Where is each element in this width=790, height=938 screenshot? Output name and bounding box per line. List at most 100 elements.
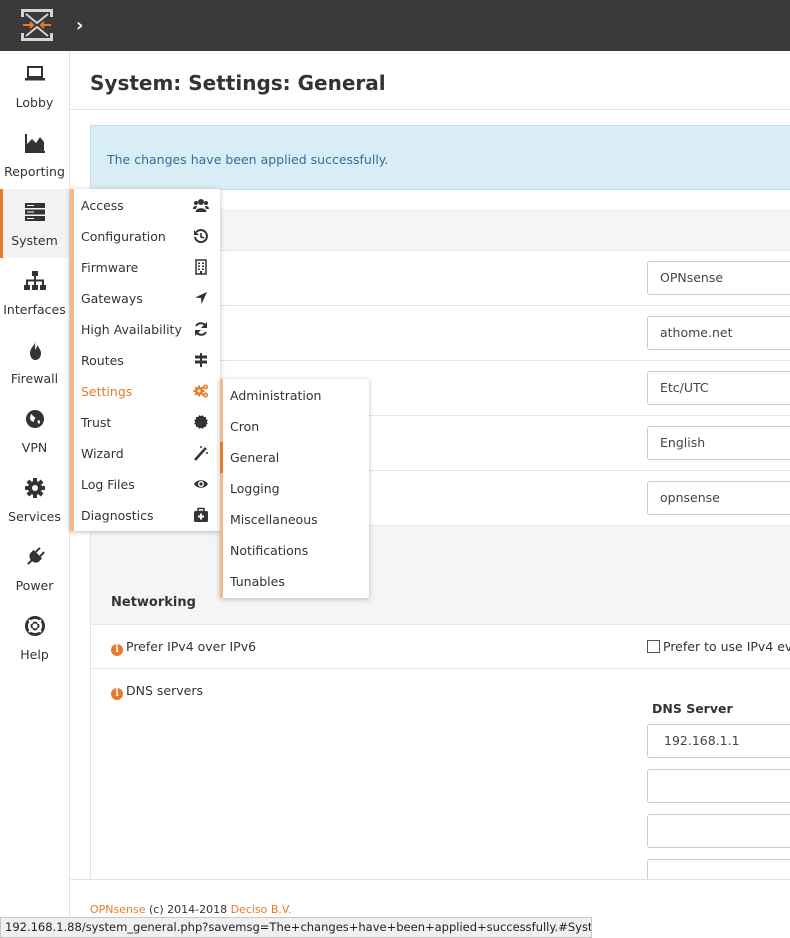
menu-item-label: Routes [81,353,124,368]
menu-item-label: Access [81,198,124,213]
sidebar: Lobby Reporting System Interfaces Firewa… [0,51,70,938]
menu-item-gateways[interactable]: Gateways [70,283,220,314]
menu-item-firmware[interactable]: Firmware [70,252,220,283]
server-icon [25,203,45,221]
dns-server-column-header: DNS Server [652,701,733,716]
globe-icon [26,410,44,428]
sidebar-item-label: System [11,233,58,248]
menu-item-configuration[interactable]: Configuration [70,221,220,252]
history-icon [194,229,208,244]
gear-icon [25,478,45,498]
plug-icon [27,547,45,565]
area-chart-icon [25,134,45,153]
networking-title: Networking [111,595,196,610]
menu-item-label: Configuration [81,229,166,244]
domain-input[interactable]: athome.net [647,316,790,350]
menu-item-high-availability[interactable]: High Availability [70,314,220,345]
building-icon [195,259,207,275]
prefer-ipv4-label[interactable]: i Prefer IPv4 over IPv6 [111,639,256,656]
sidebar-item-interfaces[interactable]: Interfaces [0,258,69,327]
cogs-icon [193,384,208,398]
submenu-item-label: Miscellaneous [230,512,318,527]
sidebar-item-label: Help [20,647,49,662]
submenu-item-label: General [230,450,280,465]
menu-item-trust[interactable]: Trust [70,407,220,438]
sidebar-toggle-button[interactable]: › [76,16,94,36]
submenu-item-miscellaneous[interactable]: Miscellaneous [220,504,369,535]
form-row-prefer-ipv4: i Prefer IPv4 over IPv6 Prefer to use IPv… [91,625,790,669]
prefer-ipv4-checkbox[interactable] [647,640,660,653]
medkit-icon [194,507,208,522]
form-row-dns-servers: i DNS servers DNS Server 192.168.1.1 [91,669,790,938]
page-title: System: Settings: General [90,71,386,95]
dns-server-input-2[interactable] [647,769,790,803]
footer-copyright: OPNsense (c) 2014-2018 Deciso B.V. [90,903,292,916]
sidebar-item-label: Interfaces [3,302,66,317]
dns-server-input-1[interactable]: 192.168.1.1 [647,724,790,758]
browser-status-url: 192.168.1.88/system_general.php?savemsg=… [0,917,592,938]
title-divider [70,109,790,110]
refresh-icon [195,322,207,336]
submenu-item-label: Notifications [230,543,309,558]
info-icon[interactable]: i [111,688,123,700]
sidebar-item-label: Reporting [4,164,65,179]
menu-item-label: Log Files [81,477,135,492]
magic-wand-icon [194,446,208,461]
submenu-item-tunables[interactable]: Tunables [220,566,369,597]
submenu-item-notifications[interactable]: Notifications [220,535,369,566]
laptop-icon [25,66,45,81]
sidebar-item-label: Firewall [10,371,59,386]
sidebar-item-firewall[interactable]: Firewall [0,327,69,396]
sitemap-icon [24,271,46,290]
menu-item-wizard[interactable]: Wizard [70,438,220,469]
success-alert: The changes have been applied successful… [90,125,790,190]
alert-message: The changes have been applied successful… [107,152,389,167]
menu-item-settings[interactable]: Settings [70,376,220,407]
sidebar-item-power[interactable]: Power [0,534,69,603]
menu-item-label: Diagnostics [81,508,154,523]
submenu-item-logging[interactable]: Logging [220,473,369,504]
submenu-item-label: Cron [230,419,260,434]
footer-brand-link[interactable]: OPNsense [90,903,146,916]
submenu-item-general[interactable]: General [220,442,369,473]
menu-item-label: Trust [81,415,112,430]
location-arrow-icon [195,292,207,304]
submenu-item-label: Tunables [230,574,285,589]
submenu-item-administration[interactable]: Administration [220,380,369,411]
dns-servers-label[interactable]: i DNS servers [111,683,203,700]
life-ring-icon [25,616,45,636]
dns-server-input-3[interactable] [647,814,790,848]
menu-item-label: Firmware [81,260,139,275]
hostname-input[interactable]: OPNsense [647,261,790,295]
menu-item-label: Gateways [81,291,143,306]
sidebar-item-label: Power [15,578,54,593]
menu-item-routes[interactable]: Routes [70,345,220,376]
opnsense-logo-icon[interactable] [20,8,54,42]
eye-icon [194,480,208,488]
sidebar-item-system[interactable]: System [0,189,69,258]
language-select[interactable]: English [647,426,790,460]
sidebar-item-help[interactable]: Help [0,603,69,672]
fire-icon [30,340,41,360]
system-menu: Access Configuration Firmware Gateways H… [70,189,220,531]
sidebar-item-label: Lobby [15,95,54,110]
sidebar-item-lobby[interactable]: Lobby [0,51,69,120]
sidebar-item-vpn[interactable]: VPN [0,396,69,465]
submenu-item-cron[interactable]: Cron [220,411,369,442]
menu-item-label: High Availability [81,322,182,337]
theme-select[interactable]: opnsense [647,481,790,515]
sidebar-item-label: Services [8,509,61,524]
signpost-icon [195,353,207,367]
footer-company-link[interactable]: Deciso B.V. [231,903,292,916]
menu-item-label: Wizard [81,446,124,461]
info-icon[interactable]: i [111,644,123,656]
certificate-icon [194,415,208,429]
sidebar-item-label: VPN [21,440,48,455]
timezone-select[interactable]: Etc/UTC [647,371,790,405]
menu-item-access[interactable]: Access [70,190,220,221]
sidebar-item-reporting[interactable]: Reporting [0,120,69,189]
menu-item-label: Settings [81,384,133,399]
sidebar-item-services[interactable]: Services [0,465,69,534]
menu-item-diagnostics[interactable]: Diagnostics [70,500,220,531]
menu-item-log-files[interactable]: Log Files [70,469,220,500]
